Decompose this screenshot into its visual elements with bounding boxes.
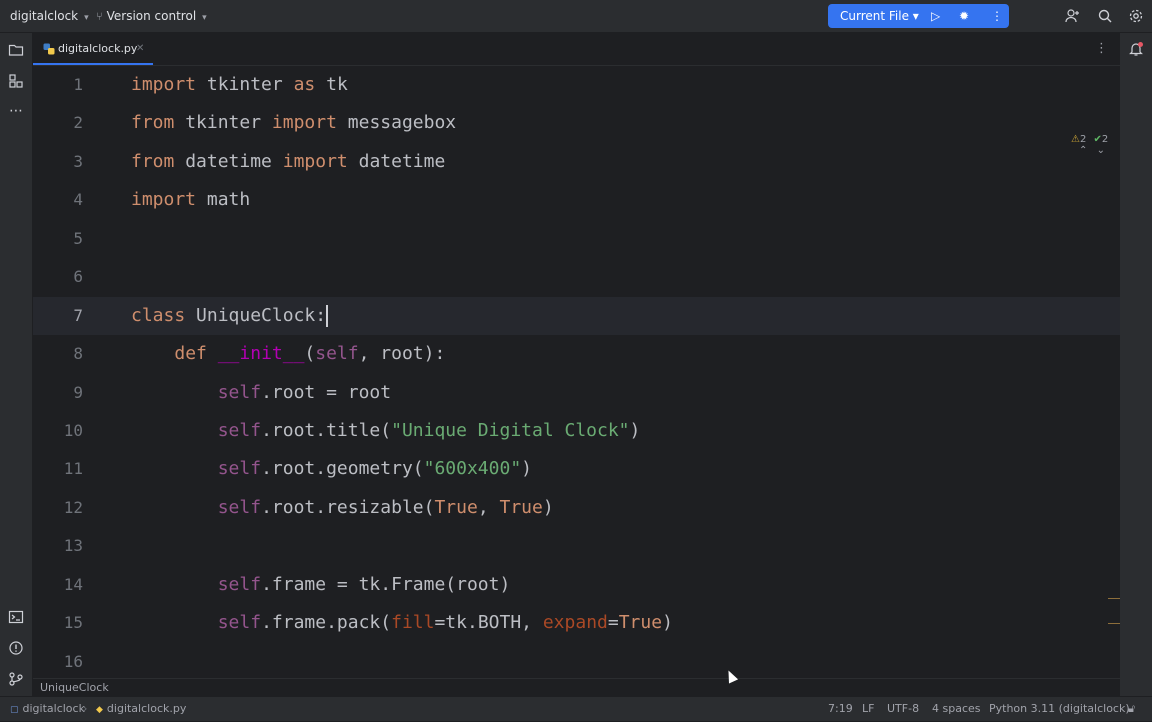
code-line: 10 self.root.title("Unique Digital Clock… (33, 412, 1120, 450)
run-config-label: Current File (840, 9, 909, 23)
line-number: 4 (73, 190, 83, 209)
indent-setting[interactable]: 4 spaces (932, 697, 981, 721)
line-number: 7 (73, 306, 83, 325)
more-tools-icon[interactable]: ⋯ (8, 103, 24, 119)
code-line: 5 (33, 220, 1120, 258)
chevron-right-icon: › (83, 702, 88, 715)
code-text: class UniqueClock: (131, 305, 329, 327)
chevron-down-icon: ▾ (202, 13, 207, 23)
search-icon[interactable] (1097, 8, 1113, 24)
line-number: 9 (73, 383, 83, 402)
line-number: 14 (63, 575, 83, 594)
code-text: self.root.geometry("600x400") (217, 458, 533, 479)
code-line: 4 import math (33, 181, 1120, 219)
code-editor[interactable]: ⚠2 ✔2 ⌃ ⌄ 1 import tkinter as tk 2 from … (33, 66, 1120, 678)
text-caret (326, 305, 329, 327)
gear-icon[interactable] (1128, 8, 1144, 24)
code-line: 9 self.root = root (33, 374, 1120, 412)
problems-icon[interactable] (8, 640, 24, 656)
caret-position[interactable]: 7:19 (828, 697, 853, 721)
line-number: 12 (63, 498, 83, 517)
line-number: 1 (73, 75, 83, 94)
breadcrumb: UniqueClock (33, 678, 1120, 697)
more-actions-icon[interactable]: ⋮ (991, 4, 1003, 28)
status-project-label: digitalclock (22, 702, 85, 715)
vcs-label: Version control (106, 9, 197, 23)
status-project[interactable]: ▢ digitalclock (10, 697, 85, 722)
terminal-icon[interactable] (8, 609, 24, 625)
code-line: 2 from tkinter import messagebox (33, 104, 1120, 142)
code-text: import tkinter as tk (131, 74, 348, 95)
line-number: 11 (63, 459, 83, 478)
close-icon[interactable]: ✕ (136, 33, 144, 65)
left-toolbar: ⋯ (0, 33, 33, 696)
line-number: 8 (73, 344, 83, 363)
change-marker (1108, 598, 1120, 599)
folder-icon[interactable] (8, 42, 24, 58)
line-number: 2 (73, 113, 83, 132)
code-text: self.root.title("Unique Digital Clock") (217, 420, 641, 441)
run-config-selector[interactable]: Current File ▾ (840, 4, 919, 28)
current-code-line: 7 class UniqueClock: (33, 297, 1120, 335)
code-text: def __init__(self, root): (174, 343, 446, 364)
line-number: 10 (63, 421, 83, 440)
status-file-label: digitalclock.py (106, 702, 187, 715)
tab-digitalclock-py[interactable]: digitalclock.py ✕ (33, 33, 153, 65)
status-file[interactable]: ◆ digitalclock.py (96, 697, 186, 722)
code-text: self.root = root (217, 382, 392, 403)
debug-icon[interactable]: ✹ (959, 4, 969, 28)
notifications-icon[interactable] (1128, 41, 1144, 57)
code-line: 15 self.frame.pack(fill=tk.BOTH, expand=… (33, 604, 1120, 642)
code-line: 6 (33, 258, 1120, 296)
tab-label: digitalclock.py (58, 42, 138, 55)
structure-icon[interactable] (8, 73, 24, 89)
line-number: 6 (73, 267, 83, 286)
code-line: 3 from datetime import datetime (33, 143, 1120, 181)
title-bar: digitalclock ▾ ⑂ Version control ▾ Current … (0, 0, 1152, 33)
file-encoding[interactable]: UTF-8 (887, 697, 919, 721)
right-toolbar (1120, 33, 1152, 696)
python-file-icon (43, 43, 55, 55)
code-line: 16 (33, 643, 1120, 678)
line-number: 5 (73, 229, 83, 248)
line-number: 13 (63, 536, 83, 555)
chevron-down-icon: ▾ (84, 13, 89, 23)
module-icon: ▢ (10, 705, 19, 715)
code-line: 1 import tkinter as tk (33, 66, 1120, 104)
code-text: from tkinter import messagebox (131, 112, 457, 133)
change-marker (1108, 623, 1120, 624)
python-interpreter[interactable]: Python 3.11 (digitalclock) (989, 697, 1130, 721)
status-bar: ▢ digitalclock › ◆ digitalclock.py 7:19 LF… (0, 696, 1152, 721)
run-icon[interactable]: ▷ (931, 4, 940, 28)
code-text: self.frame = tk.Frame(root) (217, 574, 511, 595)
breadcrumb-class[interactable]: UniqueClock (40, 679, 109, 697)
tab-options-icon[interactable]: ⋮ (1095, 33, 1108, 65)
add-user-icon[interactable] (1064, 8, 1080, 24)
code-text: self.root.resizable(True, True) (217, 497, 554, 518)
line-separator[interactable]: LF (862, 697, 874, 721)
run-toolbar: Current File ▾ ▷ ✹ ⋮ (828, 4, 1009, 28)
code-line: 13 (33, 527, 1120, 565)
code-line: 14 self.frame = tk.Frame(root) (33, 566, 1120, 604)
code-text: from datetime import datetime (131, 151, 446, 172)
project-selector[interactable]: digitalclock ▾ (10, 0, 89, 32)
code-line: 12 self.root.resizable(True, True) (33, 489, 1120, 527)
code-text: self.frame.pack(fill=tk.BOTH, expand=Tru… (217, 612, 673, 633)
project-name: digitalclock (10, 9, 79, 23)
code-line: 8 def __init__(self, root): (33, 335, 1120, 373)
line-number: 16 (63, 652, 83, 671)
code-line: 11 self.root.geometry("600x400") (33, 450, 1120, 488)
branch-icon: ⑂ (96, 10, 103, 23)
editor-tabs: digitalclock.py ✕ ⋮ (33, 33, 1120, 66)
line-number: 3 (73, 152, 83, 171)
vcs-menu[interactable]: ⑂ Version control ▾ (96, 0, 207, 32)
code-text: import math (131, 189, 251, 210)
line-number: 15 (63, 613, 83, 632)
git-icon[interactable] (8, 671, 24, 687)
lock-icon[interactable]: 🔓︎ (1128, 697, 1135, 721)
python-file-icon: ◆ (96, 705, 103, 715)
